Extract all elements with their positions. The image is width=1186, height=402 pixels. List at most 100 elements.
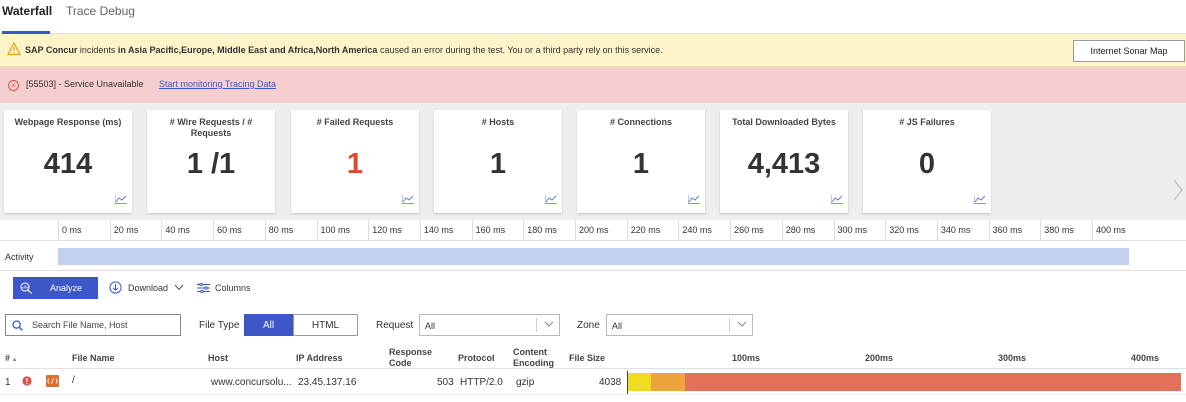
chevron-down-icon xyxy=(544,321,554,327)
request-filter-label: Request xyxy=(376,320,414,331)
start-monitoring-link[interactable]: Start monitoring Tracing Data xyxy=(159,79,276,89)
trend-chart-icon[interactable] xyxy=(115,195,127,204)
waterfall-tick: 100ms xyxy=(732,353,761,363)
timeline-tick: 60 ms xyxy=(213,220,242,241)
timeline-tick: 220 ms xyxy=(626,220,660,241)
waterfall-tick: 300ms xyxy=(998,353,1027,363)
zone-filter-label: Zone xyxy=(577,320,600,331)
trend-chart-icon[interactable] xyxy=(402,195,414,204)
tab-bar: Waterfall Trace Debug xyxy=(0,0,1186,34)
timeline-tick: 120 ms xyxy=(368,220,402,241)
analyze-label: Analyze xyxy=(50,283,83,293)
trend-chart-icon[interactable] xyxy=(974,195,986,204)
timeline-tick: 100 ms xyxy=(316,220,350,241)
timeline-header: 0 ms 20 ms 40 ms 60 ms 80 ms 100 ms 120 ms 140 … xyxy=(0,220,1186,241)
metric-value: 414 xyxy=(43,148,93,180)
timeline-tick: 160 ms xyxy=(471,220,505,241)
col-header-protocol[interactable]: Protocol xyxy=(458,353,495,364)
timeline-tick: 80 ms xyxy=(264,220,293,241)
timeline-divider xyxy=(0,270,1186,271)
col-header-number[interactable]: # ▲ xyxy=(5,353,18,366)
select-divider xyxy=(729,318,730,332)
row-protocol: HTTP/2.0 xyxy=(460,377,503,388)
file-type-label: File Type xyxy=(199,320,240,331)
metric-value: 0 xyxy=(918,148,936,180)
search-input[interactable] xyxy=(32,318,177,332)
waterfall-segment-connect[interactable] xyxy=(651,373,685,391)
select-divider xyxy=(536,318,537,332)
trend-chart-icon[interactable] xyxy=(545,195,557,204)
html-file-icon xyxy=(46,375,59,387)
row-file-name[interactable]: / xyxy=(72,375,75,386)
col-header-file-size[interactable]: File Size xyxy=(569,353,605,364)
metric-card-failed-requests: # Failed Requests 1 xyxy=(291,110,419,213)
timeline-tick: 360 ms xyxy=(988,220,1022,241)
file-type-all-button[interactable]: All xyxy=(244,314,293,336)
row-host: www.concursolu... xyxy=(211,377,292,388)
timeline-tick: 240 ms xyxy=(678,220,712,241)
waterfall-tick: 200ms xyxy=(865,353,894,363)
analyze-button[interactable]: Analyze xyxy=(13,277,98,299)
metric-label: # Connections xyxy=(609,117,672,127)
col-header-host[interactable]: Host xyxy=(208,353,228,364)
metric-card-downloaded-bytes: Total Downloaded Bytes 4,413 xyxy=(720,110,848,213)
error-status-icon xyxy=(22,376,32,386)
timeline-tick: 260 ms xyxy=(730,220,764,241)
timeline-tick: 300 ms xyxy=(833,220,867,241)
waterfall-segment-wait[interactable] xyxy=(628,373,651,391)
metric-label: # Failed Requests xyxy=(316,117,394,127)
metric-label: Webpage Response (ms) xyxy=(14,117,122,127)
metric-card-webpage-response: Webpage Response (ms) 414 xyxy=(4,110,132,213)
waterfall-segment-receive[interactable] xyxy=(685,373,1181,391)
timeline-tick: 320 ms xyxy=(885,220,919,241)
download-icon[interactable] xyxy=(109,281,122,294)
zone-select[interactable]: All xyxy=(606,314,753,336)
metric-value: 1 xyxy=(346,148,364,180)
error-banner: × [55503] - Service Unavailable Start mo… xyxy=(0,67,1186,103)
chevron-right-icon[interactable] xyxy=(1172,178,1184,202)
incident-warning-banner: SAP Concur incidents in Asia Pacific,Eur… xyxy=(0,34,1186,67)
trend-chart-icon[interactable] xyxy=(831,195,843,204)
timeline-tick: 180 ms xyxy=(523,220,557,241)
internet-sonar-map-button[interactable]: Internet Sonar Map xyxy=(1073,40,1185,62)
row-ip: 23.45.137.16 xyxy=(298,377,357,388)
timeline-tick: 20 ms xyxy=(109,220,138,241)
metric-value: 1 /1 xyxy=(186,148,236,180)
metric-card-hosts: # Hosts 1 xyxy=(434,110,562,213)
analyze-icon xyxy=(20,282,32,294)
search-box xyxy=(5,314,181,336)
timeline-tick: 40 ms xyxy=(161,220,190,241)
col-header-file-name[interactable]: File Name xyxy=(72,353,115,364)
warning-icon xyxy=(7,42,21,56)
request-select[interactable]: All xyxy=(419,314,560,336)
columns-button[interactable]: Columns xyxy=(215,283,251,293)
metric-label: # Hosts xyxy=(481,117,515,127)
timeline-tick: 0 ms xyxy=(58,220,82,241)
metric-label: Total Downloaded Bytes xyxy=(732,117,836,127)
metric-label: # Wire Requests / # Requests xyxy=(169,117,253,138)
trend-chart-icon[interactable] xyxy=(688,195,700,204)
tab-waterfall[interactable]: Waterfall xyxy=(2,0,52,34)
warning-text: SAP Concur incidents in Asia Pacific,Eur… xyxy=(25,45,663,55)
timeline-tick: 400 ms xyxy=(1092,220,1126,241)
metric-value: 1 xyxy=(632,148,650,180)
file-type-html-button[interactable]: HTML xyxy=(293,314,358,336)
error-text: [55503] - Service Unavailable xyxy=(26,79,144,89)
metric-card-wire-requests: # Wire Requests / # Requests 1 /1 xyxy=(147,110,275,213)
timeline-tick: 140 ms xyxy=(419,220,453,241)
metric-label: # JS Failures xyxy=(899,117,955,127)
zone-select-value: All xyxy=(612,321,623,331)
chevron-down-icon xyxy=(737,321,747,327)
download-button[interactable]: Download xyxy=(128,283,168,293)
metric-value: 4,413 xyxy=(747,148,821,180)
tab-trace-debug[interactable]: Trace Debug xyxy=(66,0,135,34)
row-file-size: 4038 xyxy=(599,377,622,388)
col-header-ip[interactable]: IP Address xyxy=(296,353,343,364)
chevron-down-icon[interactable] xyxy=(174,284,184,291)
col-header-response-code[interactable]: Response Code xyxy=(389,347,439,369)
col-header-content-encoding[interactable]: Content Encoding xyxy=(513,347,559,369)
request-select-value: All xyxy=(425,321,436,331)
activity-bar[interactable] xyxy=(58,248,1129,265)
columns-icon[interactable] xyxy=(197,283,210,293)
activity-label: Activity xyxy=(5,252,34,262)
